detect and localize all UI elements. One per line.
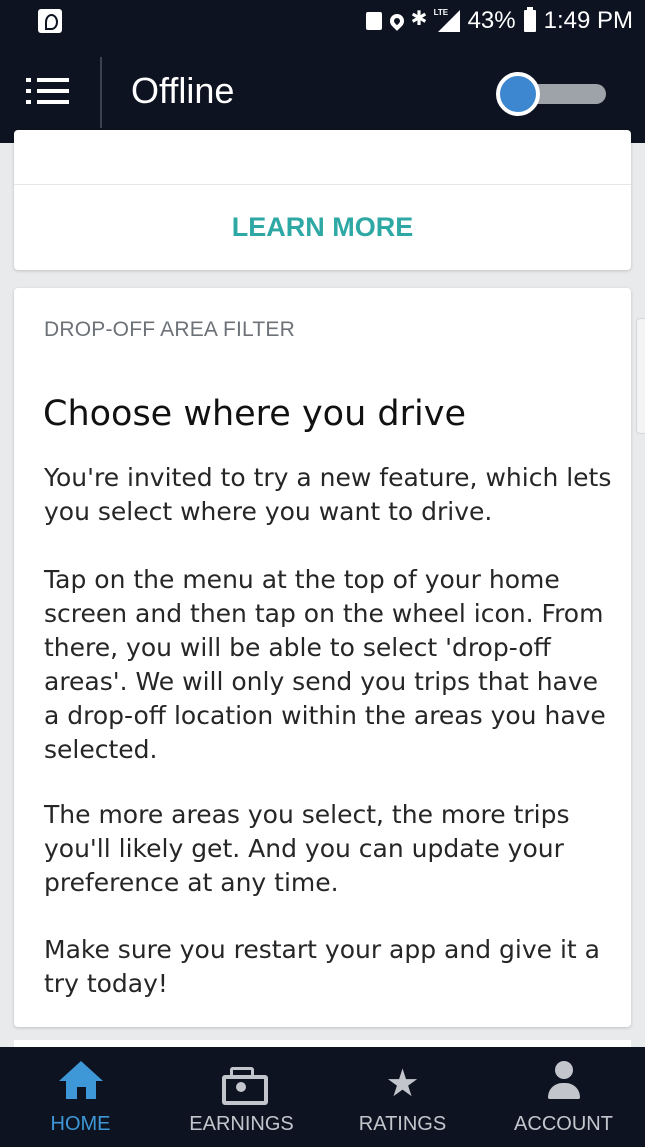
nav-account[interactable]: ACCOUNT bbox=[483, 1047, 644, 1147]
previous-card: LEARN MORE bbox=[14, 130, 631, 270]
app-bar: Offline bbox=[0, 42, 645, 143]
card-paragraph: Make sure you restart your app and give … bbox=[44, 935, 600, 998]
earnings-icon bbox=[221, 1067, 268, 1105]
driver-status-title: Offline bbox=[131, 70, 235, 111]
toggle-knob bbox=[496, 72, 540, 116]
star-icon: ★ bbox=[385, 1061, 420, 1105]
clock: 1:49 PM bbox=[543, 7, 633, 34]
card-kicker: DROP-OFF AREA FILTER bbox=[44, 318, 295, 341]
app-bar-divider bbox=[100, 57, 102, 128]
nav-label: RATINGS bbox=[358, 1113, 447, 1135]
lte-label: LTE bbox=[433, 8, 449, 17]
status-bar: LTE 43% 1:49 PM bbox=[0, 0, 645, 42]
nav-earnings[interactable]: EARNINGS bbox=[161, 1047, 322, 1147]
bluetooth-icon bbox=[411, 6, 428, 32]
card-paragraph: The more areas you select, the more trip… bbox=[44, 800, 570, 897]
nav-label: HOME bbox=[50, 1113, 111, 1135]
nav-label: EARNINGS bbox=[189, 1113, 294, 1135]
feature-card: DROP-OFF AREA FILTER Choose where you dr… bbox=[14, 288, 631, 1027]
bottom-nav: HOME EARNINGS ★ RATINGS ACCOUNT bbox=[0, 1047, 645, 1147]
battery-icon bbox=[523, 7, 536, 32]
scrollbar-thumb[interactable] bbox=[636, 318, 645, 434]
menu-list-icon[interactable] bbox=[26, 74, 72, 110]
nav-ratings[interactable]: ★ RATINGS bbox=[322, 1047, 483, 1147]
online-toggle[interactable] bbox=[496, 72, 612, 116]
card-divider bbox=[14, 184, 631, 185]
home-icon bbox=[58, 1061, 103, 1101]
status-icons: LTE 43% 1:49 PM bbox=[365, 6, 633, 35]
card-paragraph: Tap on the menu at the top of your home … bbox=[44, 565, 606, 764]
signal-icon: LTE bbox=[433, 8, 460, 32]
location-icon bbox=[386, 11, 407, 31]
battery-percent: 43% bbox=[467, 7, 516, 34]
notification-app-icon bbox=[38, 9, 62, 33]
learn-more-link[interactable]: LEARN MORE bbox=[14, 212, 631, 243]
card-paragraph: You're invited to try a new feature, whi… bbox=[44, 463, 612, 526]
message-icon bbox=[365, 12, 382, 30]
card-headline: Choose where you drive bbox=[43, 394, 466, 434]
nav-label: ACCOUNT bbox=[514, 1113, 613, 1135]
person-icon bbox=[547, 1061, 581, 1101]
nav-home[interactable]: HOME bbox=[0, 1047, 161, 1147]
